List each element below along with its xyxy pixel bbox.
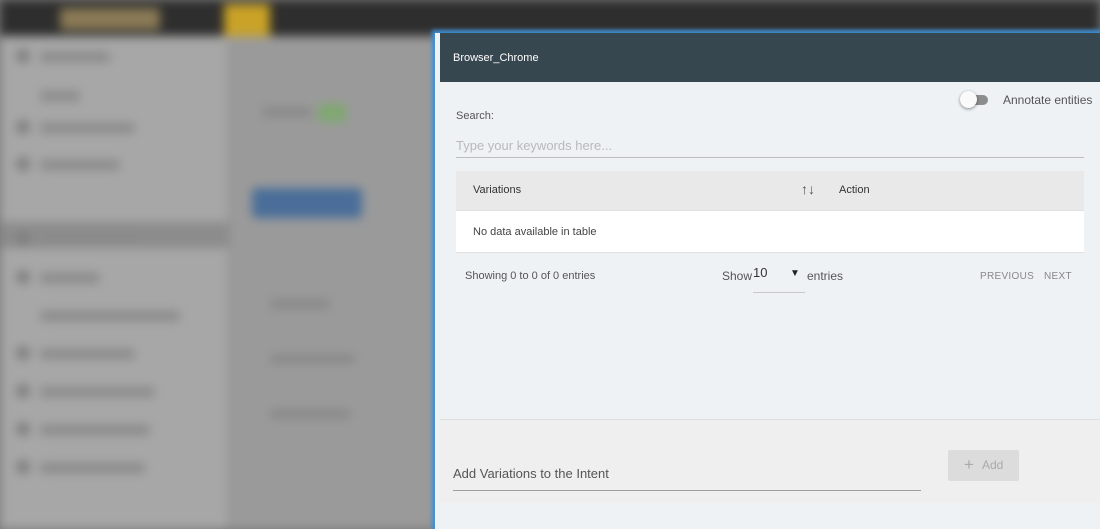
column-header-action: Action — [839, 184, 870, 196]
annotate-toggle[interactable] — [960, 91, 992, 108]
column-header-variations[interactable]: Variations — [473, 184, 521, 196]
sidebar-icon — [16, 232, 30, 246]
sidebar-item — [40, 235, 140, 245]
variations-table: Variations ↑↓ Action No data available i… — [456, 171, 1084, 253]
sidebar-icon — [16, 346, 30, 360]
sidebar-item — [40, 463, 145, 473]
plus-icon: + — [964, 455, 974, 474]
background-text — [270, 410, 350, 418]
sidebar-icon — [16, 384, 30, 398]
add-button-label: Add — [982, 458, 1004, 472]
sidebar-icon — [16, 270, 30, 284]
sidebar-icon — [16, 422, 30, 436]
background-topbar — [0, 0, 1100, 36]
toggle-knob — [960, 91, 977, 108]
background-sidebar — [0, 36, 228, 529]
modal-title: Browser_Chrome — [453, 52, 539, 64]
sidebar-item — [40, 425, 150, 435]
page-length-select[interactable]: 10 ▼ — [753, 262, 805, 293]
modal-footer: + Add — [440, 419, 1100, 503]
variation-input[interactable] — [453, 456, 921, 491]
sidebar-item — [40, 387, 155, 397]
background-accent — [224, 4, 270, 36]
table-info: Showing 0 to 0 of 0 entries — [465, 270, 596, 282]
empty-table-message: No data available in table — [473, 226, 597, 238]
table-row: No data available in table — [456, 210, 1084, 253]
background-logo — [60, 8, 160, 30]
add-button[interactable]: + Add — [948, 450, 1019, 481]
previous-button[interactable]: PREVIOUS — [980, 271, 1034, 282]
table-header: Variations ↑↓ Action — [456, 171, 1084, 210]
entries-label: entries — [807, 269, 844, 283]
next-button[interactable]: NEXT — [1044, 271, 1072, 282]
search-input[interactable] — [456, 133, 1084, 158]
variations-modal: Browser_Chrome Annotate entities Search:… — [435, 33, 1100, 529]
background-button — [252, 188, 362, 218]
background-text — [270, 355, 355, 363]
sidebar-item — [40, 91, 80, 101]
sidebar-icon — [16, 49, 30, 63]
background-text — [262, 108, 312, 116]
sidebar-icon — [16, 120, 30, 134]
show-label: Show — [722, 269, 753, 283]
sidebar-item — [40, 52, 110, 62]
sidebar-icon — [16, 460, 30, 474]
modal-header: Browser_Chrome — [440, 33, 1100, 82]
annotate-label: Annotate entities — [1003, 93, 1093, 107]
background-text — [270, 300, 330, 308]
sidebar-item — [40, 160, 120, 170]
sort-icon[interactable]: ↑↓ — [801, 181, 815, 197]
sidebar-item — [40, 349, 135, 359]
sidebar-item — [40, 311, 180, 321]
sidebar-item — [40, 123, 135, 133]
page-length-value: 10 — [753, 265, 768, 280]
background-badge — [318, 104, 346, 122]
sidebar-item — [40, 273, 100, 283]
sidebar-icon — [16, 157, 30, 171]
search-label: Search: — [456, 110, 494, 122]
chevron-down-icon: ▼ — [790, 268, 800, 279]
